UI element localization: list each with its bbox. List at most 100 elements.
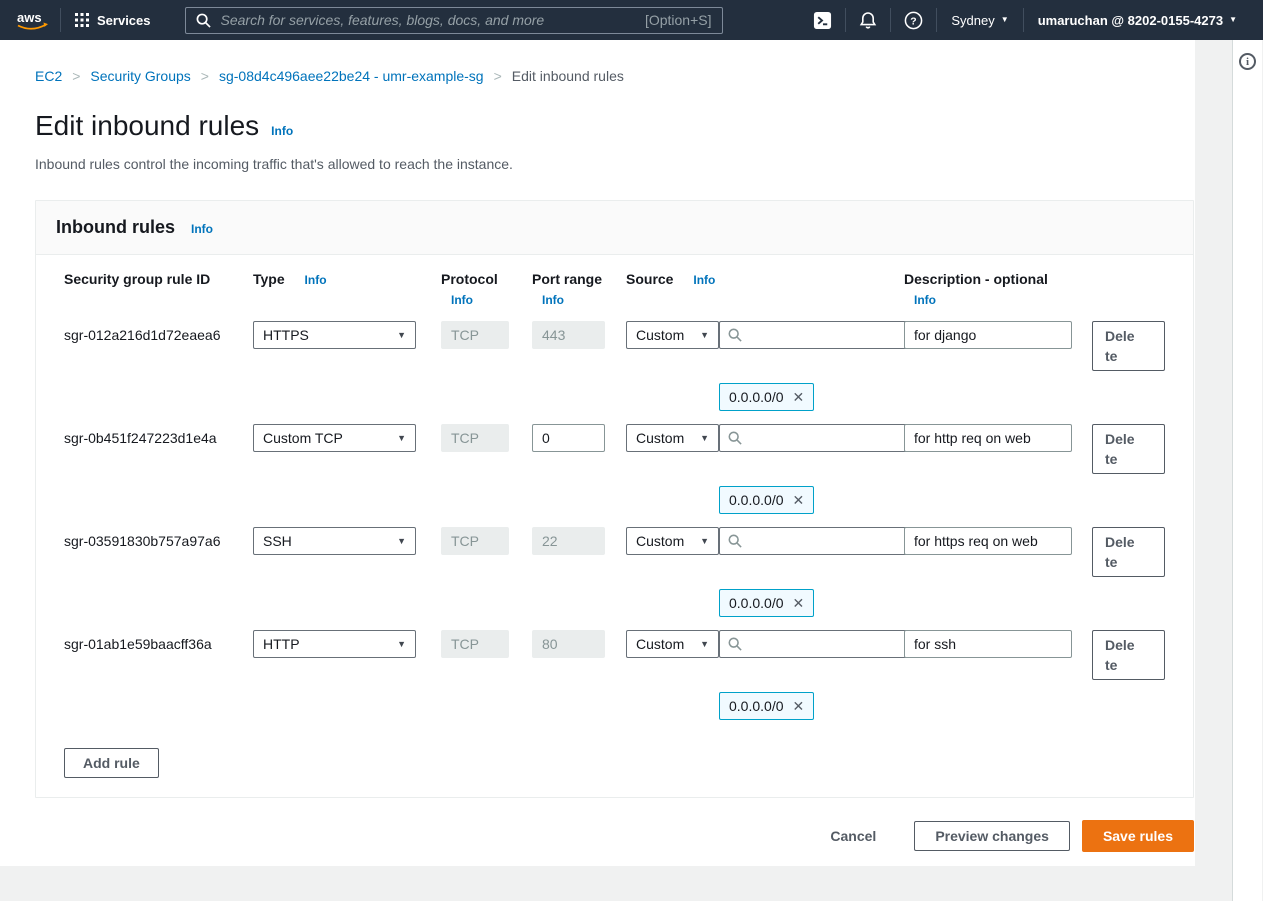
chevron-down-icon: ▼ <box>700 638 709 649</box>
type-select[interactable]: Custom TCP ▼ <box>253 424 416 452</box>
source-cidr-chip: 0.0.0.0/0 ✕ <box>719 486 815 514</box>
rule-id-text: sgr-012a216d1d72eaea6 <box>64 327 221 343</box>
port-range-input[interactable] <box>532 424 605 452</box>
content-sheet: EC2 > Security Groups > sg-08d4c496aee22… <box>0 40 1195 866</box>
aws-logo-icon: aws <box>17 10 48 30</box>
chevron-right-icon: > <box>493 68 502 84</box>
panel-body: Security group rule ID Type Info Protoco… <box>36 255 1193 797</box>
type-select-value: HTTPS <box>263 327 309 343</box>
delete-rule-button[interactable]: Delete <box>1092 630 1165 680</box>
port-range-info-link[interactable]: Info <box>542 293 605 307</box>
source-mode-select[interactable]: Custom ▼ <box>626 424 719 452</box>
source-mode-value: Custom <box>636 533 685 549</box>
page-header: Edit inbound rules Info <box>35 110 1194 142</box>
chevron-down-icon: ▼ <box>397 638 406 649</box>
description-info-link[interactable]: Info <box>914 293 1092 307</box>
preview-changes-button[interactable]: Preview changes <box>914 821 1070 851</box>
search-icon <box>196 13 211 28</box>
page-title: Edit inbound rules <box>35 110 260 141</box>
protocol-field <box>441 630 509 658</box>
page-title-info-link[interactable]: Info <box>271 124 293 138</box>
rule-row: sgr-012a216d1d72eaea6 HTTPS ▼ TCP 443 Cu… <box>64 321 1193 411</box>
rule-row: sgr-0b451f247223d1e4a Custom TCP ▼ TCP 0… <box>64 424 1193 514</box>
search-icon <box>728 431 742 445</box>
region-selector[interactable]: Sydney ▼ <box>937 13 1022 28</box>
breadcrumb: EC2 > Security Groups > sg-08d4c496aee22… <box>35 60 1194 84</box>
cancel-button[interactable]: Cancel <box>824 827 882 845</box>
content-gutter <box>1195 40 1232 901</box>
type-select[interactable]: HTTP ▼ <box>253 630 416 658</box>
column-header-protocol: Protocol <box>441 271 498 287</box>
source-mode-select[interactable]: Custom ▼ <box>626 630 719 658</box>
global-search-box[interactable]: [Option+S] <box>184 6 723 34</box>
chevron-down-icon: ▼ <box>700 535 709 546</box>
footer-actions: Cancel Preview changes Save rules <box>35 820 1194 852</box>
delete-rule-button[interactable]: Delete <box>1092 424 1165 474</box>
type-select[interactable]: SSH ▼ <box>253 527 416 555</box>
remove-cidr-icon[interactable]: ✕ <box>793 699 805 713</box>
save-rules-button[interactable]: Save rules <box>1081 820 1194 852</box>
rule-id-text: sgr-01ab1e59baacff36a <box>64 636 212 652</box>
cidr-value: 0.0.0.0/0 <box>729 389 784 405</box>
type-select-value: SSH <box>263 533 292 549</box>
page-subtitle: Inbound rules control the incoming traff… <box>35 156 513 172</box>
source-cidr-chip: 0.0.0.0/0 ✕ <box>719 383 815 411</box>
chevron-right-icon: > <box>72 68 81 84</box>
source-mode-select[interactable]: Custom ▼ <box>626 321 719 349</box>
nav-right-group: ? Sydney ▼ umaruchan @ 8202-0155-4273 ▼ <box>800 8 1251 32</box>
description-input[interactable] <box>904 527 1072 555</box>
chevron-down-icon: ▼ <box>700 329 709 340</box>
column-header-port-range: Port range <box>532 271 603 287</box>
breadcrumb-security-group-id[interactable]: sg-08d4c496aee22be24 - umr-example-sg <box>219 68 484 84</box>
inbound-rules-panel: Inbound rules Info Security group rule I… <box>35 200 1194 798</box>
description-input[interactable] <box>904 630 1072 658</box>
panel-info-link[interactable]: Info <box>191 222 213 236</box>
breadcrumb-security-groups[interactable]: Security Groups <box>90 68 190 84</box>
source-info-link[interactable]: Info <box>693 273 715 287</box>
remove-cidr-icon[interactable]: ✕ <box>793 390 805 404</box>
source-cidr-chip: 0.0.0.0/0 ✕ <box>719 589 815 617</box>
search-shortcut-hint: [Option+S] <box>644 12 712 28</box>
table-column-headers: Security group rule ID Type Info Protoco… <box>64 265 1193 307</box>
description-input[interactable] <box>904 424 1072 452</box>
remove-cidr-icon[interactable]: ✕ <box>793 596 805 610</box>
delete-rule-button[interactable]: Delete <box>1092 527 1165 577</box>
add-rule-button[interactable]: Add rule <box>64 748 159 778</box>
source-cidr-chip: 0.0.0.0/0 ✕ <box>719 692 815 720</box>
breadcrumb-current-page: Edit inbound rules <box>511 68 624 84</box>
protocol-field <box>441 527 509 555</box>
type-select[interactable]: HTTPS ▼ <box>253 321 416 349</box>
source-mode-select[interactable]: Custom ▼ <box>626 527 719 555</box>
notifications-button[interactable] <box>846 11 890 30</box>
services-label: Services <box>97 12 151 28</box>
column-header-source: Source <box>626 271 674 287</box>
delete-rule-button[interactable]: Delete <box>1092 321 1165 371</box>
protocol-info-link[interactable]: Info <box>451 293 509 307</box>
type-info-link[interactable]: Info <box>305 273 327 287</box>
cidr-value: 0.0.0.0/0 <box>729 698 784 714</box>
main-content: EC2 > Security Groups > sg-08d4c496aee22… <box>0 40 1195 901</box>
account-menu[interactable]: umaruchan @ 8202-0155-4273 ▼ <box>1024 13 1251 28</box>
chevron-down-icon: ▼ <box>397 535 406 546</box>
cidr-value: 0.0.0.0/0 <box>729 492 784 508</box>
info-icon[interactable]: i <box>1239 53 1256 70</box>
global-search-input[interactable] <box>218 11 637 29</box>
top-navigation-bar: aws Services [Option+S] <box>0 0 1263 40</box>
cloudshell-button[interactable] <box>800 11 845 30</box>
type-select-value: HTTP <box>263 636 300 652</box>
panel-header: Inbound rules Info <box>36 201 1193 255</box>
account-label: umaruchan @ 8202-0155-4273 <box>1037 12 1224 28</box>
help-button[interactable]: ? <box>891 11 936 30</box>
remove-cidr-icon[interactable]: ✕ <box>793 493 805 507</box>
services-menu-button[interactable]: Services <box>61 13 167 28</box>
breadcrumb-ec2[interactable]: EC2 <box>35 68 62 84</box>
aws-logo[interactable]: aws <box>10 9 60 32</box>
panel-title: Inbound rules <box>56 217 175 237</box>
description-input[interactable] <box>904 321 1072 349</box>
port-range-field <box>532 321 605 349</box>
column-header-description: Description - optional <box>904 271 1048 287</box>
search-icon <box>728 534 742 548</box>
protocol-field <box>441 321 509 349</box>
chevron-down-icon: ▼ <box>1229 15 1237 24</box>
chevron-right-icon: > <box>200 68 209 84</box>
